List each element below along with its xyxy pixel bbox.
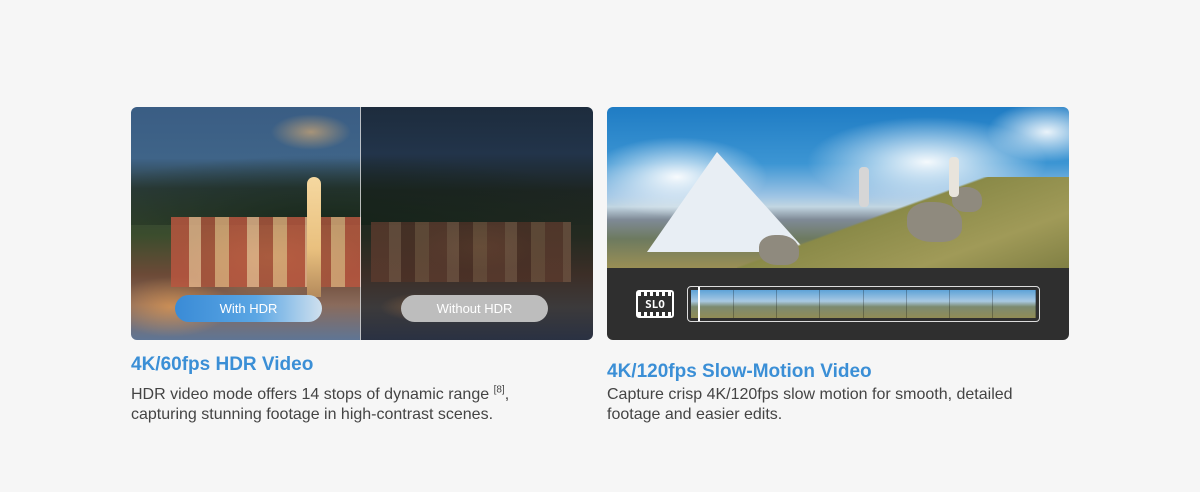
slo-film-icon: SLO [636,290,674,318]
hdr-feature-description: HDR video mode offers 14 stops of dynami… [131,385,571,425]
hdr-description-text: HDR video mode offers 14 stops of dynami… [131,386,494,403]
rock [907,202,962,242]
timeline-frame [820,290,864,318]
hdr-feature-title: 4K/60fps HDR Video [131,354,314,375]
hillside [131,135,593,225]
timeline-frame [906,290,950,318]
slow-motion-feature-title: 4K/120fps Slow-Motion Video [607,361,872,382]
slow-motion-timeline-bar: SLO [607,268,1069,340]
timeline-frame [863,290,907,318]
hdr-comparison-image: With HDR Without HDR [131,107,593,340]
slow-motion-feature-description: Capture crisp 4K/120fps slow motion for … [607,386,1013,423]
timeline-frame [777,290,821,318]
slow-motion-image: SLO [607,107,1069,340]
frame-timeline [687,286,1040,322]
church-tower [307,177,321,297]
lit-houses [171,217,361,287]
hikers-photo [607,107,1069,277]
slo-icon-text: SLO [645,297,665,311]
footnote-ref[interactable]: [8] [494,385,505,396]
without-hdr-label: Without HDR [401,295,548,322]
comparison-divider [360,107,361,340]
timeline-frame [734,290,778,318]
hiker-right [949,157,959,197]
timeline-frame [949,290,993,318]
with-hdr-label: With HDR [175,295,322,322]
timeline-frame [992,290,1036,318]
hiker-left [859,167,869,207]
dark-houses [371,222,571,282]
rock [759,235,799,265]
timeline-playhead [698,287,700,321]
